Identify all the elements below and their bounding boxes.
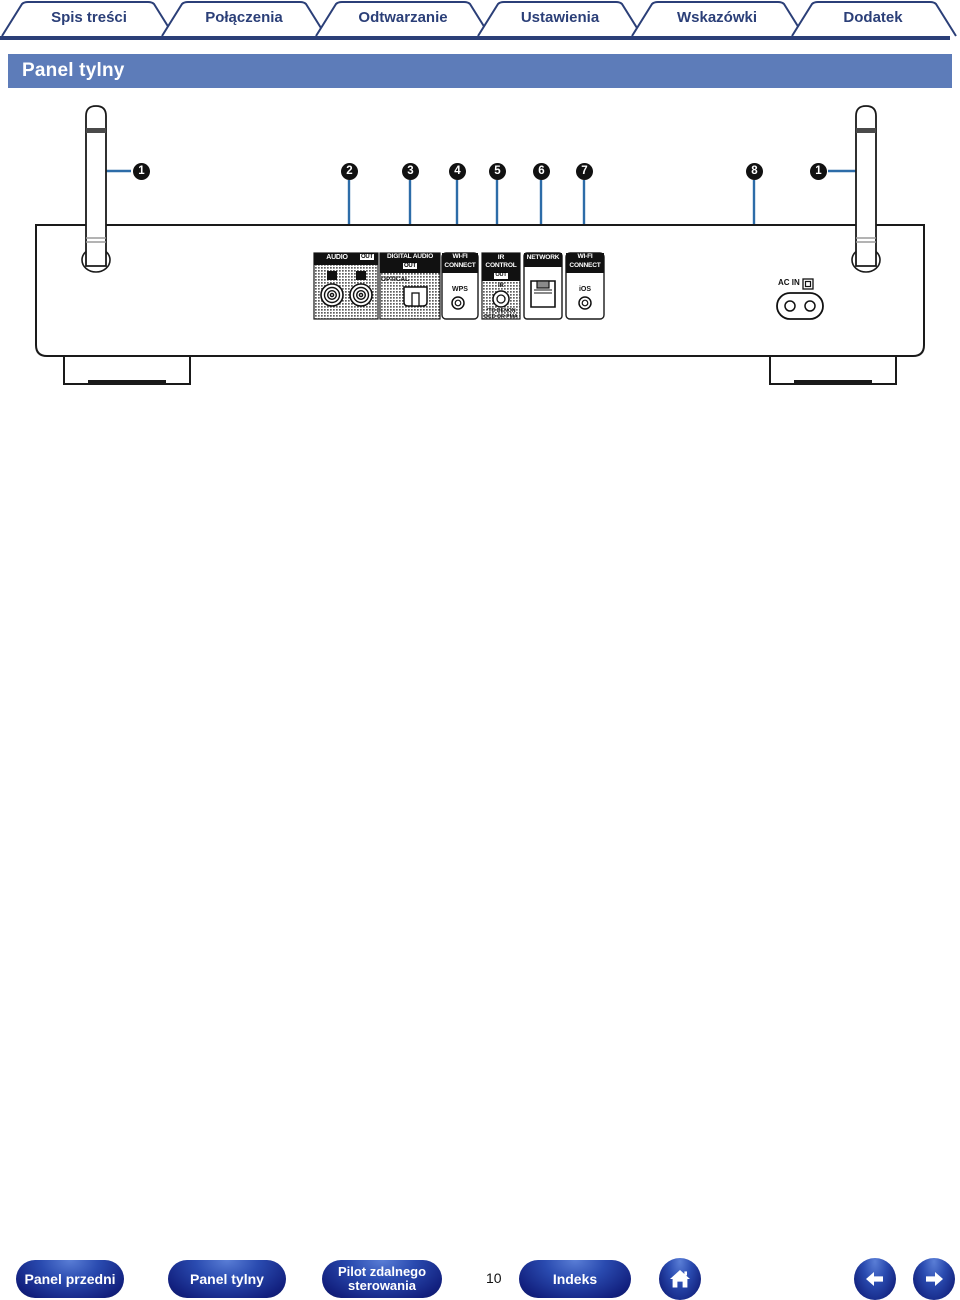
tab-dodatek[interactable]: Dodatek — [810, 9, 936, 26]
foot-pad-left — [88, 380, 166, 385]
ir-small-label: IR — [498, 283, 504, 289]
tab-wskazowki[interactable]: Wskazówki — [650, 9, 784, 26]
tab-odtwarzanie[interactable]: Odtwarzanie — [334, 9, 472, 26]
nav-panel-tylny[interactable]: Panel tylny — [168, 1260, 286, 1298]
callout-8: 8 — [746, 163, 763, 180]
ir-label: IR — [497, 254, 505, 261]
nav-panel-przedni[interactable]: Panel przedni — [16, 1260, 124, 1298]
chassis-foot-right — [769, 355, 897, 385]
callout-2: 2 — [341, 163, 358, 180]
to-denon-line2: DCD OR PMA — [484, 314, 518, 320]
next-page-button[interactable] — [913, 1258, 955, 1300]
optical-label: OPTICAL — [381, 276, 410, 283]
wifi-connect-label-1b: CONNECT — [444, 262, 476, 269]
ac-in-label: AC IN — [778, 278, 800, 287]
antenna-right — [851, 105, 881, 273]
ir-out-badge: OUT — [494, 272, 508, 279]
nav-pilot-zdalnego-sterowania[interactable]: Pilot zdalnego sterowania — [322, 1260, 442, 1298]
chassis-outline — [35, 224, 925, 357]
callout-5: 5 — [489, 163, 506, 180]
digital-audio-label: DIGITAL AUDIO — [387, 253, 433, 260]
rear-panel-diagram: 1 2 3 4 5 6 7 8 1 AUDIO OUT DIGITAL AUDI… — [0, 90, 960, 610]
page-title: Panel tylny — [22, 60, 125, 81]
chassis-foot-left — [63, 355, 191, 385]
tab-ustawienia[interactable]: Ustawienia — [496, 9, 624, 26]
callout-6: 6 — [533, 163, 550, 180]
tab-bar-underline — [0, 36, 950, 40]
wifi-connect-label-1a: WI-FI — [452, 253, 468, 260]
audio-out-badge: OUT — [359, 254, 375, 260]
audio-label: AUDIO — [326, 254, 348, 261]
connector-audio-out — [313, 252, 379, 320]
callout-4: 4 — [449, 163, 466, 180]
home-button[interactable] — [659, 1258, 701, 1300]
wifi-connect-label-2b: CONNECT — [569, 262, 601, 269]
antenna-left — [81, 105, 111, 273]
previous-page-button[interactable] — [854, 1258, 896, 1300]
callout-1-right: 1 — [810, 163, 827, 180]
bottom-navigation-bar: Panel przedni Panel tylny Pilot zdalnego… — [0, 620, 960, 1300]
nav-indeks[interactable]: Indeks — [519, 1260, 631, 1298]
home-icon — [670, 1270, 690, 1288]
network-label: NETWORK — [526, 254, 560, 261]
tab-polaczenia[interactable]: Połączenia — [180, 9, 308, 26]
arrow-right-icon — [926, 1272, 943, 1286]
connector-network — [523, 252, 563, 320]
page-number: 10 — [486, 1270, 502, 1286]
callout-7: 7 — [576, 163, 593, 180]
ios-label: iOS — [578, 286, 592, 293]
foot-pad-right — [794, 380, 872, 385]
control-label: CONTROL — [485, 262, 517, 269]
wifi-connect-label-2a: WI-FI — [577, 253, 593, 260]
section-title-bar: Panel tylny — [8, 54, 952, 88]
top-tab-bar: Spis treści Połączenia Odtwarzanie Ustaw… — [0, 0, 960, 40]
arrow-left-icon — [866, 1272, 883, 1286]
callout-3: 3 — [402, 163, 419, 180]
callout-1-left: 1 — [133, 163, 150, 180]
wps-label: WPS — [452, 286, 468, 293]
digital-audio-out-badge: OUT — [402, 263, 418, 269]
tab-spis-tresci[interactable]: Spis treści — [22, 9, 156, 26]
